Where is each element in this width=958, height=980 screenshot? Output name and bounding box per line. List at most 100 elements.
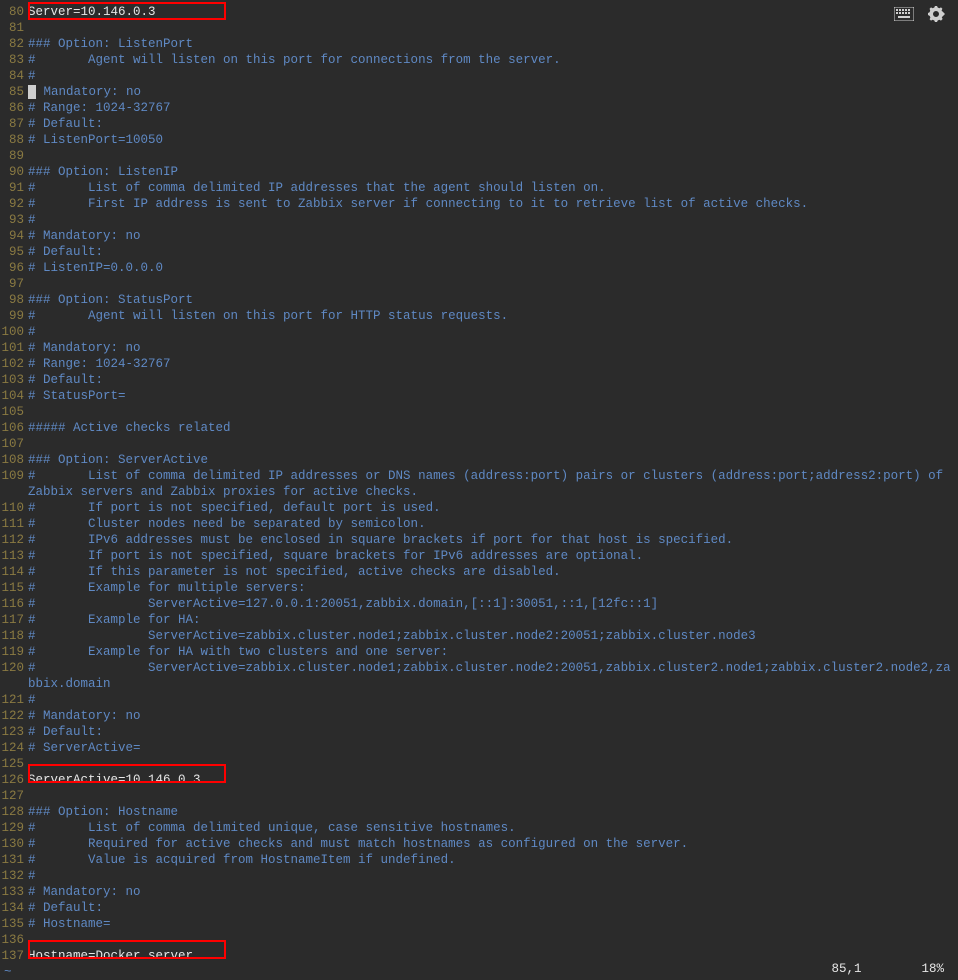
line-content (28, 148, 958, 164)
code-line[interactable]: 104# StatusPort= (0, 388, 958, 404)
code-line[interactable]: 107 (0, 436, 958, 452)
line-number: 124 (0, 740, 28, 756)
code-line[interactable]: 103# Default: (0, 372, 958, 388)
line-number: 125 (0, 756, 28, 772)
code-line[interactable]: 124# ServerActive= (0, 740, 958, 756)
code-line[interactable]: 105 (0, 404, 958, 420)
code-line[interactable]: 121# (0, 692, 958, 708)
line-number: 137 (0, 948, 28, 964)
line-number: 82 (0, 36, 28, 52)
code-line[interactable]: 119# Example for HA with two clusters an… (0, 644, 958, 660)
line-number: 129 (0, 820, 28, 836)
keyboard-icon[interactable] (894, 7, 914, 26)
code-line[interactable]: 134# Default: (0, 900, 958, 916)
code-line[interactable]: 131# Value is acquired from HostnameItem… (0, 852, 958, 868)
code-line[interactable]: 106##### Active checks related (0, 420, 958, 436)
code-line[interactable]: 110# If port is not specified, default p… (0, 500, 958, 516)
code-line[interactable]: 117# Example for HA: (0, 612, 958, 628)
line-content: ### Option: ServerActive (28, 452, 958, 468)
line-number: 110 (0, 500, 28, 516)
line-content: # List of comma delimited IP addresses t… (28, 180, 958, 196)
code-line[interactable]: 126ServerActive=10.146.0.3 (0, 772, 958, 788)
code-line[interactable]: 99# Agent will listen on this port for H… (0, 308, 958, 324)
line-number: 111 (0, 516, 28, 532)
line-number: 135 (0, 916, 28, 932)
code-line[interactable]: 128### Option: Hostname (0, 804, 958, 820)
code-editor[interactable]: 80Server=10.146.0.38182### Option: Liste… (0, 4, 958, 959)
code-line[interactable]: 116# ServerActive=127.0.0.1:20051,zabbix… (0, 596, 958, 612)
code-line[interactable]: 91# List of comma delimited IP addresses… (0, 180, 958, 196)
code-line[interactable]: 111# Cluster nodes need be separated by … (0, 516, 958, 532)
code-line[interactable]: 85 Mandatory: no (0, 84, 958, 100)
code-line[interactable]: 88# ListenPort=10050 (0, 132, 958, 148)
line-content (28, 20, 958, 36)
code-line[interactable]: 120# ServerActive=zabbix.cluster.node1;z… (0, 660, 958, 692)
code-line[interactable]: 125 (0, 756, 958, 772)
code-line[interactable]: 96# ListenIP=0.0.0.0 (0, 260, 958, 276)
line-content: # (28, 692, 958, 708)
line-content: # IPv6 addresses must be enclosed in squ… (28, 532, 958, 548)
line-number: 91 (0, 180, 28, 196)
line-content: ServerActive=10.146.0.3 (28, 772, 958, 788)
settings-icon[interactable] (928, 6, 946, 27)
line-number: 105 (0, 404, 28, 420)
code-line[interactable]: 122# Mandatory: no (0, 708, 958, 724)
code-line[interactable]: 113# If port is not specified, square br… (0, 548, 958, 564)
code-line[interactable]: 95# Default: (0, 244, 958, 260)
line-content: # Default: (28, 900, 958, 916)
code-line[interactable]: 129# List of comma delimited unique, cas… (0, 820, 958, 836)
status-bar: 85,1 18% (831, 961, 944, 977)
line-number: 101 (0, 340, 28, 356)
line-number: 94 (0, 228, 28, 244)
code-line[interactable]: 97 (0, 276, 958, 292)
code-line[interactable]: 130# Required for active checks and must… (0, 836, 958, 852)
line-number: 121 (0, 692, 28, 708)
code-line[interactable]: 94# Mandatory: no (0, 228, 958, 244)
line-number: 113 (0, 548, 28, 564)
code-line[interactable]: 83# Agent will listen on this port for c… (0, 52, 958, 68)
line-number: 134 (0, 900, 28, 916)
code-line[interactable]: 80Server=10.146.0.3 (0, 4, 958, 20)
code-line[interactable]: 84# (0, 68, 958, 84)
line-number: 98 (0, 292, 28, 308)
code-line[interactable]: 108### Option: ServerActive (0, 452, 958, 468)
code-line[interactable]: 123# Default: (0, 724, 958, 740)
code-line[interactable]: 81 (0, 20, 958, 36)
code-line[interactable]: 93# (0, 212, 958, 228)
code-line[interactable]: 102# Range: 1024-32767 (0, 356, 958, 372)
line-content: # (28, 868, 958, 884)
line-content: # ListenIP=0.0.0.0 (28, 260, 958, 276)
code-line[interactable]: 135# Hostname= (0, 916, 958, 932)
code-line[interactable]: 137Hostname=Docker server (0, 948, 958, 964)
code-line[interactable]: 89 (0, 148, 958, 164)
code-line[interactable]: 90### Option: ListenIP (0, 164, 958, 180)
line-number: 96 (0, 260, 28, 276)
code-line[interactable]: 92# First IP address is sent to Zabbix s… (0, 196, 958, 212)
line-content: # ServerActive= (28, 740, 958, 756)
line-content: # (28, 68, 958, 84)
code-line[interactable]: 82### Option: ListenPort (0, 36, 958, 52)
line-content: # Example for multiple servers: (28, 580, 958, 596)
code-line[interactable]: 127 (0, 788, 958, 804)
line-content: # Mandatory: no (28, 884, 958, 900)
code-line[interactable]: 115# Example for multiple servers: (0, 580, 958, 596)
code-line[interactable]: 101# Mandatory: no (0, 340, 958, 356)
line-content: # If port is not specified, default port… (28, 500, 958, 516)
line-content: # Range: 1024-32767 (28, 100, 958, 116)
code-line[interactable]: 136 (0, 932, 958, 948)
code-line[interactable]: 118# ServerActive=zabbix.cluster.node1;z… (0, 628, 958, 644)
code-line[interactable]: 98### Option: StatusPort (0, 292, 958, 308)
line-number: 93 (0, 212, 28, 228)
code-line[interactable]: 100# (0, 324, 958, 340)
code-line[interactable]: 132# (0, 868, 958, 884)
line-content: ### Option: StatusPort (28, 292, 958, 308)
line-content: # Default: (28, 724, 958, 740)
code-line[interactable]: 109# List of comma delimited IP addresse… (0, 468, 958, 500)
code-line[interactable]: 133# Mandatory: no (0, 884, 958, 900)
code-line[interactable]: 87# Default: (0, 116, 958, 132)
line-content (28, 404, 958, 420)
code-line[interactable]: 112# IPv6 addresses must be enclosed in … (0, 532, 958, 548)
line-content: # List of comma delimited IP addresses o… (28, 468, 958, 500)
code-line[interactable]: 86# Range: 1024-32767 (0, 100, 958, 116)
code-line[interactable]: 114# If this parameter is not specified,… (0, 564, 958, 580)
